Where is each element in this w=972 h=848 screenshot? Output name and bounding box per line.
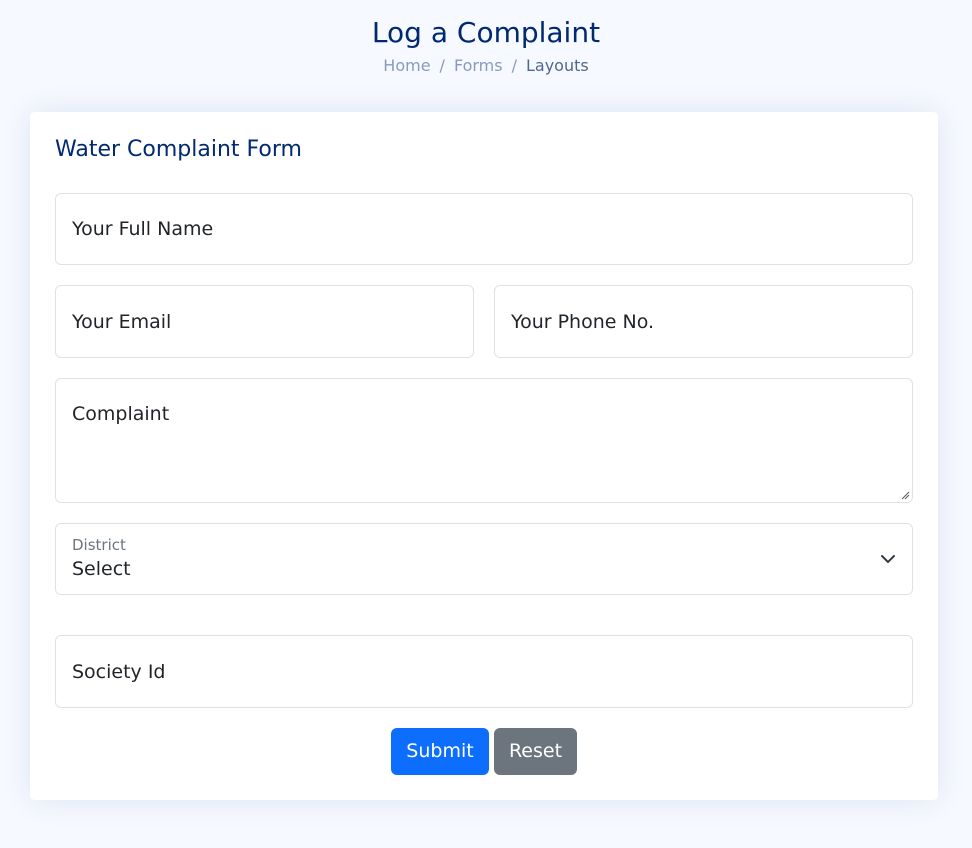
district-label: District [72,536,126,554]
breadcrumb: Home / Forms / Layouts [0,55,972,77]
district-selected-value: Select [72,558,131,580]
email-placeholder: Your Email [72,311,172,333]
full-name-placeholder: Your Full Name [72,218,214,240]
resize-grip-icon[interactable] [900,490,910,500]
breadcrumb-separator: / [439,56,445,75]
breadcrumb-home[interactable]: Home [383,55,430,77]
full-name-input[interactable]: Your Full Name [55,193,913,265]
society-id-placeholder: Society Id [72,661,166,683]
chevron-down-icon [881,555,895,563]
page-title: Log a Complaint [371,16,601,49]
complaint-form-card: Water Complaint Form Your Full Name Your… [30,112,938,800]
breadcrumb-separator: / [511,56,517,75]
form-title: Water Complaint Form [55,137,302,162]
breadcrumb-forms[interactable]: Forms [454,55,503,77]
email-input[interactable]: Your Email [55,285,474,358]
society-id-input[interactable]: Society Id [55,635,913,708]
reset-button[interactable]: Reset [494,728,577,775]
phone-input[interactable]: Your Phone No. [494,285,913,358]
breadcrumb-layouts: Layouts [525,56,589,75]
complaint-textarea[interactable]: Complaint [55,378,913,503]
district-select[interactable]: District Select [55,523,913,595]
phone-placeholder: Your Phone No. [511,311,655,333]
complaint-placeholder: Complaint [72,403,170,425]
submit-button[interactable]: Submit [391,728,489,775]
